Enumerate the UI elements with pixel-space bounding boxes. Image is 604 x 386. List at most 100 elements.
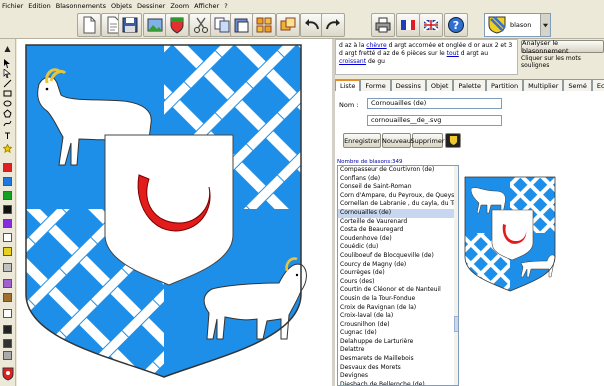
list-item[interactable]: Devignes (338, 372, 458, 381)
swatch-blue[interactable] (3, 177, 12, 186)
tab-palette[interactable]: Palette (453, 79, 486, 91)
rectangle-tool-icon[interactable] (3, 89, 12, 98)
list-item[interactable]: Croix de Ravignan (de la) (338, 304, 458, 313)
star-tool-icon[interactable] (3, 144, 12, 153)
menu-zoom[interactable]: Zoom (170, 2, 189, 10)
list-item[interactable]: Couédic (du) (338, 243, 458, 252)
swatch-red[interactable] (3, 163, 12, 172)
layers-icon (280, 17, 296, 31)
tab-liste[interactable]: Liste (335, 79, 361, 91)
layers-button[interactable] (276, 13, 300, 37)
list-item[interactable]: Courtin de Cléonor et de Nanteuil (338, 286, 458, 295)
desc-link-croissant[interactable]: croissant (339, 58, 366, 65)
menu-objets[interactable]: Objets (111, 2, 132, 10)
menu-dessiner[interactable]: Dessiner (137, 2, 165, 10)
swatch-brown[interactable] (3, 293, 12, 302)
line-tool-icon[interactable] (3, 79, 12, 88)
left-tool-palette (0, 39, 16, 386)
list-item[interactable]: Delattre (338, 346, 458, 355)
list-item[interactable]: Courrèges (de) (338, 269, 458, 278)
list-item[interactable]: Couliboeuf de Blocqueville (de) (338, 252, 458, 261)
preview-coat-of-arms (464, 176, 556, 292)
curve-tool-icon[interactable] (3, 119, 12, 128)
swatch-dark-2[interactable] (3, 339, 12, 348)
list-item[interactable]: Cornouailles (de) (338, 208, 458, 218)
nouveau-button[interactable]: Nouveau (382, 133, 411, 148)
blason-type-select[interactable]: blason (484, 13, 551, 37)
list-item[interactable]: Desmarets de Maillebois (338, 355, 458, 364)
list-item[interactable]: Compasseur de Courtivron (de) (338, 166, 458, 175)
select-cursor-icon[interactable] (3, 59, 12, 68)
supprimer-button[interactable]: Supprimer (411, 133, 445, 148)
menu-edition[interactable]: Edition (28, 2, 51, 10)
list-item[interactable]: Cousin de la Tour-Fondue (338, 295, 458, 304)
text-tool-icon[interactable] (3, 131, 12, 140)
chevron-down-icon[interactable] (540, 14, 550, 36)
shield-thumbnail-button[interactable] (445, 133, 461, 148)
swatch-ermine[interactable] (3, 309, 12, 318)
polygon-tool-icon[interactable] (3, 109, 12, 118)
new-document-button[interactable] (77, 13, 101, 37)
enregistrer-button[interactable]: Enregistrer (343, 133, 381, 148)
list-item[interactable]: Crousnilhon (de) (338, 321, 458, 330)
swatch-grey[interactable] (3, 351, 12, 360)
swatch-silver[interactable] (3, 263, 12, 272)
desc-link-tout[interactable]: tout (447, 50, 459, 57)
desc-link-chevre[interactable]: chèvre (366, 42, 386, 49)
french-language-button[interactable] (396, 13, 420, 37)
blason-select-label: blason (510, 21, 532, 29)
small-shield-icon[interactable] (2, 367, 14, 381)
menu-blasonnements[interactable]: Blasonnements (56, 2, 106, 10)
list-item[interactable]: Diesbach de Belleroche (de) (338, 381, 458, 385)
tab-objet[interactable]: Objet (425, 79, 454, 91)
help-button[interactable]: ? (444, 13, 468, 37)
swatch-green[interactable] (3, 191, 12, 200)
list-item[interactable]: Desvaux des Morets (338, 364, 458, 373)
swatch-violet[interactable] (3, 279, 12, 288)
analyser-button[interactable]: Analyser le blasonnement (521, 39, 604, 55)
list-item[interactable]: Cugnac (de) (338, 329, 458, 338)
list-item[interactable]: Courcy de Magny (de) (338, 261, 458, 270)
drawing-canvas[interactable] (17, 39, 332, 386)
nom-field[interactable]: Cornouailles (de) (367, 98, 502, 109)
up-arrow-icon[interactable] (3, 45, 12, 54)
pointer-icon[interactable] (3, 69, 12, 78)
grid-button[interactable] (252, 13, 276, 37)
swatch-black[interactable] (3, 205, 12, 214)
list-item[interactable]: Cours (des) (338, 278, 458, 287)
menu-fichier[interactable]: Fichier (2, 2, 23, 10)
tab-dessins[interactable]: Dessins (390, 79, 426, 91)
swatch-dark[interactable] (3, 325, 12, 334)
list-item[interactable]: Coudenhove (de) (338, 235, 458, 244)
list-item[interactable]: Corteille de Vaurenard (338, 218, 458, 227)
english-language-button[interactable] (419, 13, 443, 37)
tab-seme[interactable]: Semé (563, 79, 592, 91)
print-button[interactable] (371, 13, 395, 37)
tab-ecartele[interactable]: Ecartelé (591, 79, 604, 91)
swatch-white[interactable] (3, 233, 12, 242)
list-item[interactable]: Conseil de Saint-Roman (338, 183, 458, 192)
tab-partition[interactable]: Partition (485, 79, 524, 91)
swatch-purple[interactable] (3, 219, 12, 228)
shield-button[interactable] (165, 13, 189, 37)
save-button[interactable] (118, 13, 142, 37)
scrollbar-thumb[interactable] (454, 316, 458, 332)
tab-forme[interactable]: Forme (360, 79, 391, 91)
list-item[interactable]: Corn d'Ampare, du Peyroux, de Queyssac (338, 192, 458, 201)
menu-afficher[interactable]: Afficher (194, 2, 219, 10)
filename-field[interactable]: cornouailles__de_.svg (367, 115, 502, 126)
list-item[interactable]: Croix-laval (de la) (338, 312, 458, 321)
menu-help[interactable]: ? (224, 2, 227, 10)
list-item[interactable]: Delahuppe de Larturière (338, 338, 458, 347)
list-item[interactable]: Conflans (de) (338, 175, 458, 184)
swatch-gold[interactable] (3, 247, 12, 256)
image-button[interactable] (143, 13, 167, 37)
tab-multiplier[interactable]: Multiplier (523, 79, 564, 91)
ellipse-tool-icon[interactable] (3, 99, 12, 108)
paste-button[interactable] (230, 13, 254, 37)
redo-button[interactable] (321, 13, 345, 37)
list-item[interactable]: Costa de Beauregard (338, 226, 458, 235)
list-scrollbar[interactable] (454, 166, 458, 385)
list-item[interactable]: Cornellan de Labranie , du cayla, du Tra… (338, 200, 458, 209)
blason-list[interactable]: Compasseur de Courtivron (de) Conflans (d… (337, 165, 459, 386)
